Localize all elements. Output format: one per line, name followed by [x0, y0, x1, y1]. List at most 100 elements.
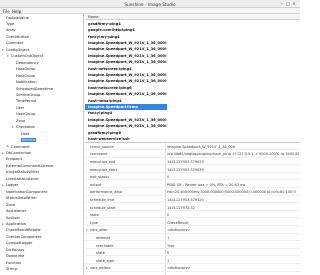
- tree-item[interactable]: ▸ Logger: [0, 183, 83, 189]
- tree-item[interactable]: User: [0, 105, 83, 111]
- tree-item[interactable]: ▾ Checkable: [0, 125, 83, 131]
- tree-item-label: User: [16, 105, 25, 110]
- minimize-button[interactable]: –: [280, 2, 284, 6]
- tree-item[interactable]: ServiceGroup: [0, 92, 83, 98]
- property-row[interactable]: state_type 1: [85, 258, 300, 264]
- tree-item[interactable]: CompatLogger: [0, 241, 83, 247]
- property-row[interactable]: state 0: [85, 212, 300, 219]
- collapse-arrow-icon[interactable]: ▸: [86, 266, 88, 270]
- property-row[interactable]: state 0: [85, 250, 300, 257]
- tree-item[interactable]: Function: [0, 260, 83, 266]
- list-item[interactable]: imagine.Speedport_W_921V_1_36_000!ping4: [85, 40, 167, 46]
- tree-item[interactable]: Array: [0, 28, 83, 34]
- list-item[interactable]: imagine.Speedport_W_921V_1_36_000!procs: [85, 117, 167, 123]
- tree-item[interactable]: Downtime: [0, 254, 83, 260]
- expand-arrow-icon[interactable]: ▾: [2, 48, 5, 52]
- tree-item[interactable]: ▸ Command: [0, 144, 83, 150]
- tree-item[interactable]: FwAbleValue: [0, 15, 83, 21]
- tree-item[interactable]: ExternalCommandListener: [0, 163, 83, 169]
- tree-item[interactable]: TimePeriod: [0, 99, 83, 105]
- property-row[interactable]: execution_start 1441127953.329039: [85, 167, 300, 173]
- property-row[interactable]: exit_status 0: [85, 174, 300, 181]
- maximize-button[interactable]: □: [286, 2, 290, 6]
- property-key: state: [96, 251, 105, 256]
- list-item[interactable]: imagine.Speedport_W_921V_1_36_000!swap: [85, 91, 167, 97]
- list-item[interactable]: imagine.Speedport_W_921V_1_36_000!load: [85, 53, 167, 59]
- list-item[interactable]: host-nebo!ping4: [85, 98, 167, 104]
- property-key: execution_end: [90, 159, 116, 164]
- tree-item-label: Zone: [6, 202, 16, 207]
- tree-item[interactable]: ApiUser: [0, 215, 83, 221]
- tree-item[interactable]: CheckerComponent: [0, 234, 83, 240]
- tree-item[interactable]: ▸ Application: [0, 221, 83, 227]
- tree-item[interactable]: Service: [0, 138, 83, 144]
- collapse-arrow-icon[interactable]: ▸: [2, 151, 5, 155]
- list-item[interactable]: gradfirmy!ping6: [85, 130, 167, 136]
- property-row[interactable]: execution_end 1441127953.379053: [85, 159, 300, 166]
- property-key: reachable: [96, 243, 114, 248]
- tree-item[interactable]: HostGroup: [0, 73, 83, 79]
- list-item-label: gradfirmy!ping6: [88, 130, 121, 135]
- list-item[interactable]: google.com!http!ping4: [85, 27, 167, 33]
- property-row[interactable]: performance_data rta=20.830000ms;3000.000…: [85, 190, 300, 196]
- property-row[interactable]: reachable True: [85, 243, 300, 249]
- list-item[interactable]: imagine.Speedport_W_921V_1_36_000!ssh: [85, 79, 167, 85]
- list-item[interactable]: imagine.Speedport!icmp: [85, 104, 167, 111]
- tree-item[interactable]: LivestatusListener: [0, 176, 83, 182]
- property-row[interactable]: ▾ vars_after <dictionary>: [85, 228, 300, 234]
- tree-item[interactable]: Zone: [0, 118, 83, 124]
- tree-item[interactable]: ▾ CustomOutObject: [0, 54, 83, 60]
- tree-item[interactable]: Endpoint: [0, 157, 83, 163]
- tree-item[interactable]: UserGroup: [0, 112, 83, 118]
- property-key: output: [90, 182, 102, 187]
- property-key: attempt: [96, 235, 111, 240]
- property-row[interactable]: attempt 1: [85, 235, 300, 242]
- tree-item[interactable]: Comment: [0, 41, 83, 47]
- tree-item[interactable]: ApiListener: [0, 209, 83, 215]
- tree-item[interactable]: Dictionary: [0, 247, 83, 253]
- tree-item[interactable]: StatusDataWriter: [0, 196, 83, 202]
- collapse-arrow-icon[interactable]: ▸: [2, 222, 5, 226]
- list-item[interactable]: fancy!my-ping4: [85, 34, 167, 40]
- tree-item[interactable]: Host: [0, 131, 83, 137]
- tree-item[interactable]: CheckButton: [0, 34, 83, 40]
- collapse-arrow-icon[interactable]: ▸: [7, 144, 10, 148]
- property-row[interactable]: check_source imagine.Speedport_W_921V_1_3…: [85, 144, 300, 150]
- property-row[interactable]: schedule_start 1441127972.32: [85, 205, 300, 211]
- tree-item[interactable]: HostGroup: [0, 67, 83, 73]
- tree-item[interactable]: IcingaStatusWriter: [0, 170, 83, 176]
- tree-item[interactable]: Zone: [0, 202, 83, 208]
- property-row[interactable]: schedule_end 1441127953.379120: [85, 197, 300, 204]
- close-button[interactable]: ×: [292, 2, 296, 6]
- expand-arrow-icon[interactable]: ▾: [12, 125, 15, 129]
- expand-arrow-icon[interactable]: ▾: [86, 228, 88, 232]
- property-row[interactable]: output PING OK - Packet loss = 0%, RTA = …: [85, 182, 300, 188]
- tree-item[interactable]: Type: [0, 21, 83, 27]
- list-item[interactable]: fancy!ping4: [85, 111, 167, 117]
- property-row[interactable]: command/usr/lib64/nagios/plugins/check_p…: [85, 152, 300, 158]
- tree-item[interactable]: CheckResultReader: [0, 228, 83, 234]
- expand-arrow-icon[interactable]: ▾: [7, 54, 10, 58]
- list-item[interactable]: host-netscreen!ping6: [85, 85, 167, 91]
- list-item[interactable]: host-netscreen!ping4: [85, 66, 167, 72]
- tree-item[interactable]: Notification: [0, 80, 83, 86]
- list-header[interactable]: Name: [85, 14, 300, 20]
- property-value: 1441127972.32: [167, 205, 195, 210]
- list-item[interactable]: host-webservice!ssh: [85, 136, 167, 142]
- tree-item-label: LivestatusListener: [6, 176, 39, 181]
- list-item[interactable]: imagine.Speedport_W_921V_1_36_000!ping6: [85, 47, 167, 53]
- tree-item[interactable]: Dependency: [0, 60, 83, 66]
- list-item[interactable]: imagine.Speedport_W_921V_1_36_000!disk: [85, 59, 167, 65]
- property-row[interactable]: type CheckResult: [85, 220, 300, 226]
- tree-item[interactable]: ▸ DbConnection: [0, 150, 83, 156]
- list-item[interactable]: imagine.Speedport_W_921V_1_36_000!http: [85, 72, 167, 78]
- tree-item[interactable]: ScheduledDowntime: [0, 86, 83, 92]
- property-row[interactable]: ▸ vars_before <dictionary>: [85, 266, 300, 272]
- tree-item[interactable]: NotificationComponent: [0, 189, 83, 195]
- tree-item[interactable]: String: [0, 267, 83, 273]
- list-item[interactable]: imagine.Speedport_W_921V_1_36_000!users: [85, 123, 167, 129]
- tree-item[interactable]: ▾ ConfigObject: [0, 47, 83, 53]
- property-value: True: [167, 243, 175, 248]
- list-item[interactable]: gradfirmy-ping4: [85, 21, 167, 27]
- collapse-arrow-icon[interactable]: ▸: [2, 183, 5, 187]
